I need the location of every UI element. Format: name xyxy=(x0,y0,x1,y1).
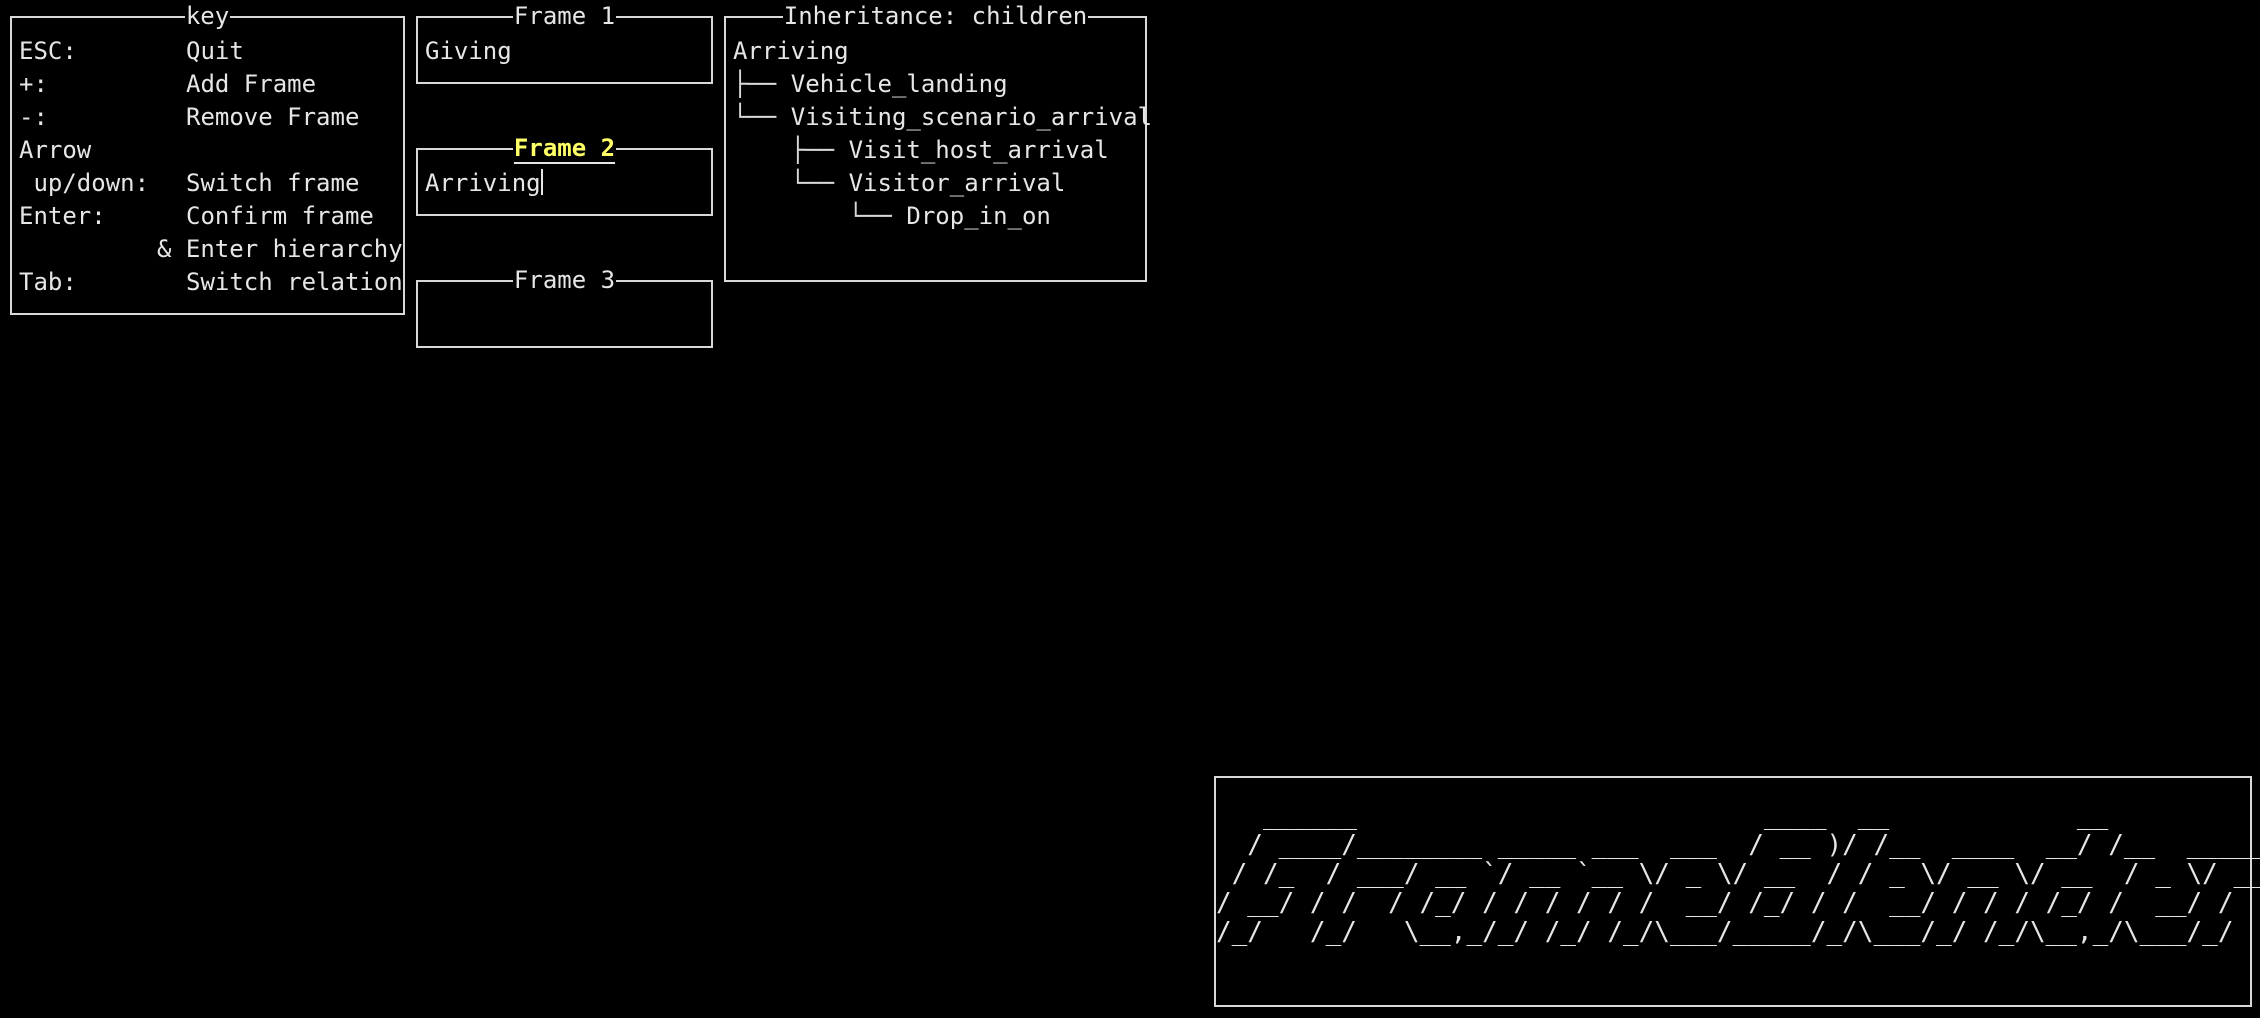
hierarchy-node-label: Drop_in_on xyxy=(906,202,1051,230)
ascii-logo-line: ______ ____ __ __ xyxy=(1216,801,2109,831)
hierarchy-panel-title[interactable]: Inheritance: children xyxy=(726,1,1145,31)
ascii-logo-line: / /_ / ___/ __ `/ __ `__ \/ _ \/ __ / / … xyxy=(1216,859,2260,889)
frame-2-input[interactable]: Arriving xyxy=(425,167,543,200)
key-row-description: Switch relation xyxy=(186,268,403,296)
key-row-description: & Enter hierarchy xyxy=(157,235,403,263)
ascii-logo-line: / ____/________ _____ ___ ___ / __ )/ /_… xyxy=(1216,830,2260,860)
hierarchy-node: └── Visiting_scenario_arrival xyxy=(733,101,1152,134)
ascii-logo-line: /_/ /_/ \__,_/_/ /_/ /_/\___/_____/_/\__… xyxy=(1216,917,2234,947)
key-row-description: Confirm frame xyxy=(186,202,374,230)
key-row-description: Switch frame xyxy=(186,169,360,197)
hierarchy-node: ├── Vehicle_landing xyxy=(733,68,1008,101)
hierarchy-root: Arriving xyxy=(733,37,849,65)
key-row-description: Remove Frame xyxy=(186,103,360,131)
tree-branch-connector: └── xyxy=(733,169,849,197)
frame-2-value: Arriving xyxy=(425,169,541,197)
key-row-key: -: xyxy=(19,103,48,131)
frame-2-title: Frame 2 xyxy=(512,134,617,162)
ascii-logo-line: / __/ / / / /_/ / / / / / / __/ /_/ / / … xyxy=(1216,888,2234,918)
hierarchy-panel: Inheritance: children Arriving ├── Vehic… xyxy=(724,2,1152,282)
text-cursor xyxy=(540,169,543,195)
key-row-key: Enter: xyxy=(19,202,106,230)
hierarchy-node: └── Drop_in_on xyxy=(733,200,1051,233)
frame-3-title: Frame 3 xyxy=(512,266,617,294)
key-row-key: up/down: xyxy=(19,169,150,197)
key-row-key: +: xyxy=(19,70,48,98)
key-panel-title: key xyxy=(184,2,231,30)
key-row-description: Add Frame xyxy=(186,70,317,98)
hierarchy-node: ├── Visit_host_arrival xyxy=(733,134,1109,167)
frame-blender-ascii-logo: ______ ____ __ __ / ____/________ _____ … xyxy=(1216,802,2260,947)
tree-branch-connector: └── xyxy=(733,103,791,131)
tree-branch-connector: ├── xyxy=(733,70,791,98)
key-row-key: Tab: xyxy=(19,268,77,296)
frame-1-input[interactable]: Giving xyxy=(425,35,512,68)
hierarchy-node-label: Visitor_arrival xyxy=(848,169,1066,197)
hierarchy-node-label: Visit_host_arrival xyxy=(848,136,1109,164)
key-panel: key ESC: Quit +: Add Frame -: Remove Frame Arr… xyxy=(10,2,405,315)
key-row-key: ESC: xyxy=(19,37,77,65)
key-row-description: Quit xyxy=(186,37,244,65)
tree-branch-connector: ├── xyxy=(733,136,849,164)
hierarchy-node-label: Vehicle_landing xyxy=(790,70,1008,98)
key-row-key: Arrow xyxy=(19,136,92,164)
frame-1-box[interactable]: Frame 1 Giving xyxy=(416,2,713,84)
frame-1-title: Frame 1 xyxy=(512,2,617,30)
tree-branch-connector: └── xyxy=(733,202,907,230)
hierarchy-node-label: Visiting_scenario_arrival xyxy=(790,103,1153,131)
hierarchy-node: └── Visitor_arrival xyxy=(733,167,1066,200)
frame-2-box[interactable]: Frame 2 Arriving xyxy=(416,134,713,216)
frame-3-box[interactable]: Frame 3 xyxy=(416,266,713,348)
